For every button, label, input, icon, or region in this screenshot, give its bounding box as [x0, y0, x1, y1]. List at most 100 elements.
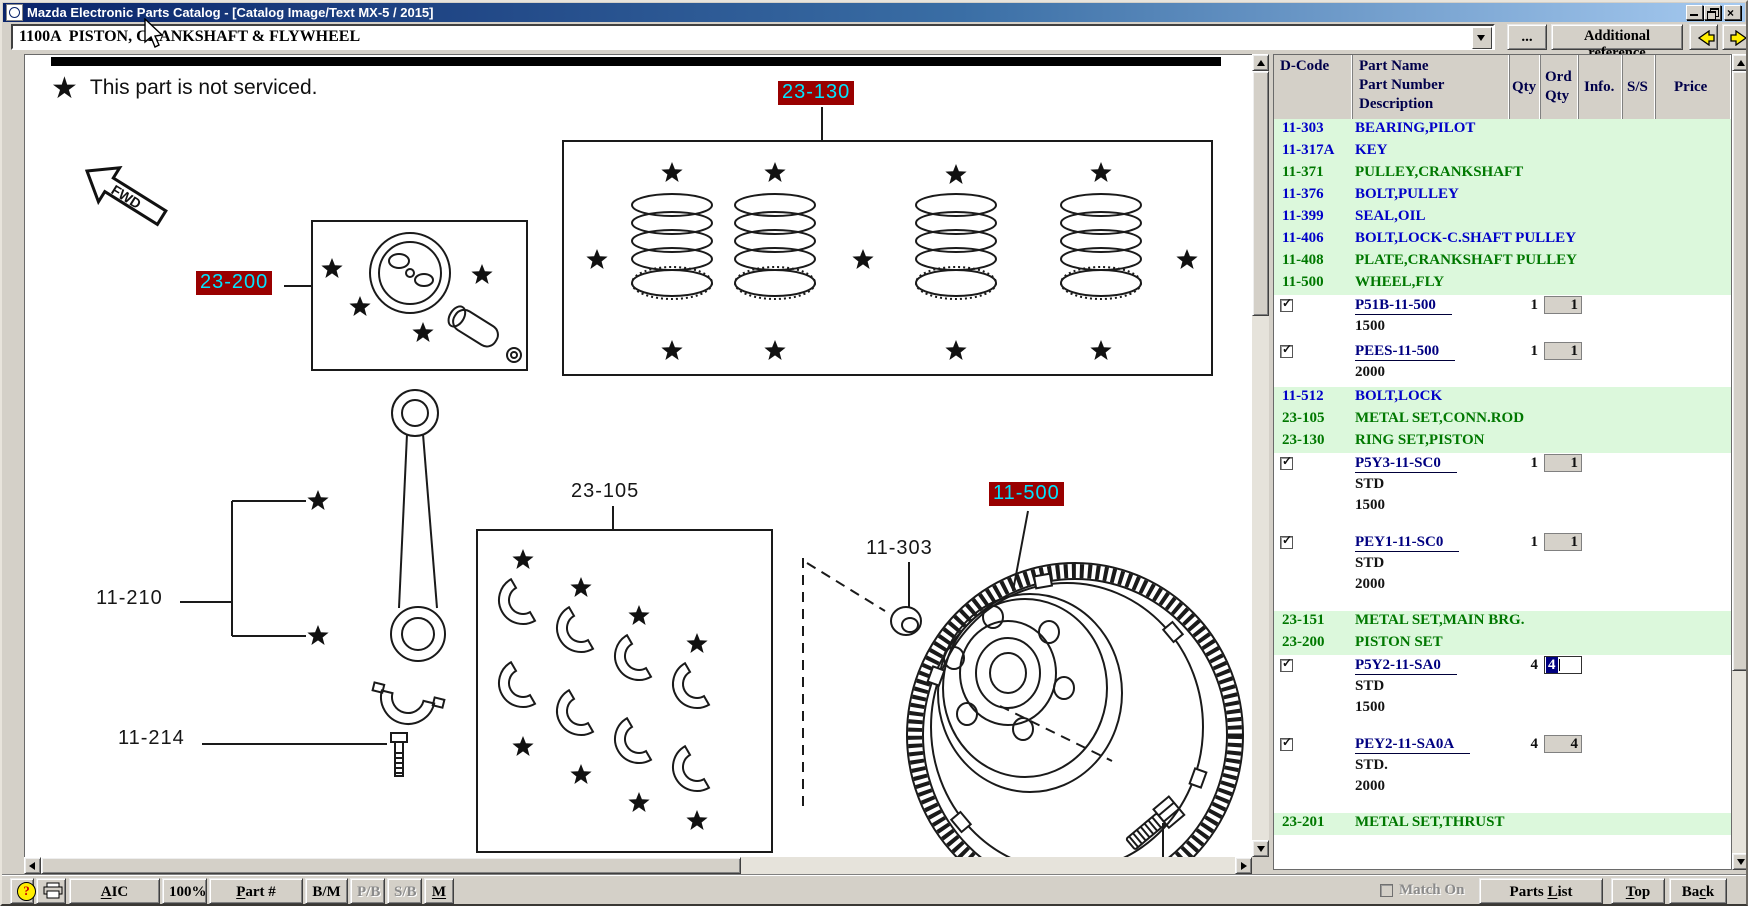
- scrollbar-thumb[interactable]: [41, 857, 741, 874]
- part-name-text[interactable]: METAL SET,MAIN BRG.: [1355, 612, 1524, 629]
- callout-23-105[interactable]: 23-105: [571, 480, 639, 503]
- row-checkbox[interactable]: ✓: [1280, 659, 1293, 672]
- arrow-up-icon: [1257, 60, 1265, 66]
- part-name-text[interactable]: BOLT,LOCK: [1355, 388, 1442, 405]
- browse-button[interactable]: ...: [1507, 24, 1547, 50]
- ord-qty-input[interactable]: 1: [1544, 533, 1582, 551]
- qty-value: 4: [1504, 657, 1538, 674]
- callout-11-210[interactable]: 11-210: [96, 587, 163, 610]
- flywheel-illustration: [907, 563, 1243, 858]
- close-button[interactable]: ×: [1724, 5, 1741, 20]
- scrollbar-thumb[interactable]: [1732, 71, 1748, 671]
- part-name-text[interactable]: BOLT,PULLEY: [1355, 186, 1459, 203]
- scrollbar-thumb[interactable]: [1252, 71, 1269, 316]
- m-button[interactable]: M: [424, 878, 454, 904]
- ord-qty-input[interactable]: 1: [1544, 342, 1582, 360]
- dcode-text[interactable]: 11-371: [1282, 164, 1352, 181]
- additional-reference-button[interactable]: Additional reference: [1551, 24, 1683, 50]
- row-checkbox[interactable]: ✓: [1280, 345, 1293, 358]
- dcode-text[interactable]: 23-200: [1282, 634, 1352, 651]
- callout-23-200[interactable]: 23-200: [196, 271, 272, 295]
- close-icon: ×: [1727, 6, 1734, 20]
- part-name-text[interactable]: BEARING,PILOT: [1355, 120, 1475, 137]
- part-number-link[interactable]: PEES-11-500: [1355, 343, 1455, 361]
- parts-list-button[interactable]: Parts List: [1479, 878, 1603, 904]
- part-name-text[interactable]: METAL SET,CONN.ROD: [1355, 410, 1524, 427]
- zoom-level-button[interactable]: 100%: [162, 878, 207, 904]
- bm-button[interactable]: B/M: [305, 878, 348, 904]
- dcode-text[interactable]: 11-406: [1282, 230, 1352, 247]
- diagram-horizontal-scrollbar[interactable]: [24, 857, 1252, 874]
- dcode-text[interactable]: 11-317A: [1282, 142, 1352, 159]
- part-name-text[interactable]: SEAL,OIL: [1355, 208, 1425, 225]
- dcode-text[interactable]: 11-408: [1282, 252, 1352, 269]
- scroll-up-button[interactable]: [1732, 54, 1748, 71]
- callout-23-130[interactable]: 23-130: [778, 81, 854, 105]
- part-number-link[interactable]: P5Y3-11-SC0: [1355, 455, 1457, 473]
- part-name-text[interactable]: PLATE,CRANKSHAFT PULLEY: [1355, 252, 1577, 269]
- aic-button[interactable]: AIC: [69, 878, 160, 904]
- part-name-text[interactable]: METAL SET,THRUST: [1355, 814, 1505, 831]
- diagram-vertical-scrollbar[interactable]: [1252, 54, 1269, 857]
- top-button[interactable]: Top: [1611, 878, 1665, 904]
- scroll-up-button[interactable]: [1252, 54, 1269, 71]
- combobox-dropdown-button[interactable]: [1472, 27, 1492, 49]
- part-number-button[interactable]: Part #: [209, 878, 303, 904]
- header-part: Part Name Part Number Description: [1353, 55, 1510, 119]
- row-checkbox[interactable]: ✓: [1280, 536, 1293, 549]
- part-name-text[interactable]: RING SET,PISTON: [1355, 432, 1485, 449]
- ord-qty-input[interactable]: 1: [1544, 454, 1582, 472]
- table-row: ✓P5Y2-11-SA044STD1500: [1274, 655, 1731, 734]
- part-name-text[interactable]: PISTON SET: [1355, 634, 1443, 651]
- not-serviced-star-icon: ★: [51, 72, 78, 105]
- row-checkbox[interactable]: ✓: [1280, 299, 1293, 312]
- previous-page-button[interactable]: [1689, 24, 1718, 50]
- restore-button[interactable]: [1704, 5, 1721, 20]
- qty-value: 4: [1504, 736, 1538, 753]
- dcode-text[interactable]: 11-303: [1282, 120, 1352, 137]
- yellow-arrow-right-icon: [1729, 30, 1748, 46]
- not-serviced-text: This part is not serviced.: [90, 76, 318, 99]
- help-button[interactable]: ?: [10, 878, 34, 904]
- callout-11-214[interactable]: 11-214: [118, 727, 185, 750]
- callout-11-303[interactable]: 11-303: [866, 537, 933, 560]
- part-number-link[interactable]: PEY2-11-SA0A: [1355, 736, 1470, 754]
- dcode-text[interactable]: 23-201: [1282, 814, 1352, 831]
- arrow-right-icon: [1241, 862, 1247, 870]
- part-number-link[interactable]: P5Y2-11-SA0: [1355, 657, 1457, 675]
- minimize-button[interactable]: [1686, 5, 1703, 20]
- header-info: Info.: [1579, 55, 1623, 119]
- dcode-text[interactable]: 23-151: [1282, 612, 1352, 629]
- row-checkbox[interactable]: ✓: [1280, 457, 1293, 470]
- dcode-text[interactable]: 11-399: [1282, 208, 1352, 225]
- table-vertical-scrollbar[interactable]: [1732, 54, 1748, 870]
- dcode-text[interactable]: 23-105: [1282, 410, 1352, 427]
- ord-qty-input[interactable]: 1: [1544, 296, 1582, 314]
- part-name-text[interactable]: WHEEL,FLY: [1355, 274, 1444, 291]
- callout-11-500[interactable]: 11-500: [989, 482, 1064, 506]
- ord-qty-input[interactable]: 4: [1544, 656, 1582, 674]
- print-button[interactable]: [36, 878, 66, 904]
- part-name-text[interactable]: BOLT,LOCK-C.SHAFT PULLEY: [1355, 230, 1576, 247]
- scroll-down-button[interactable]: [1252, 840, 1269, 857]
- dcode-text[interactable]: 23-130: [1282, 432, 1352, 449]
- check-icon: ✓: [1282, 454, 1292, 468]
- part-name-text[interactable]: KEY: [1355, 142, 1388, 159]
- dcode-text[interactable]: 11-376: [1282, 186, 1352, 203]
- next-page-button[interactable]: [1722, 24, 1748, 50]
- scroll-left-button[interactable]: [24, 857, 41, 874]
- part-name-text[interactable]: PULLEY,CRANKSHAFT: [1355, 164, 1523, 181]
- back-button[interactable]: Back: [1669, 878, 1727, 904]
- section-combobox-value: 1100A PISTON, CRANKSHAFT & FLYWHEEL: [19, 28, 360, 46]
- dcode-text[interactable]: 11-512: [1282, 388, 1352, 405]
- dcode-text[interactable]: 11-500: [1282, 274, 1352, 291]
- match-on-checkbox[interactable]: [1380, 884, 1393, 897]
- section-combobox[interactable]: 1100A PISTON, CRANKSHAFT & FLYWHEEL: [11, 24, 1495, 50]
- part-number-link[interactable]: PEY1-11-SC0: [1355, 534, 1459, 552]
- scroll-down-button[interactable]: [1732, 853, 1748, 870]
- part-number-link[interactable]: P51B-11-500: [1355, 297, 1452, 315]
- scroll-right-button[interactable]: [1235, 857, 1252, 874]
- row-checkbox[interactable]: ✓: [1280, 738, 1293, 751]
- bottom-toolbar: ? AIC 100% Part # B/M P/B S/B M Match On…: [2, 874, 1748, 906]
- ord-qty-input[interactable]: 4: [1544, 735, 1582, 753]
